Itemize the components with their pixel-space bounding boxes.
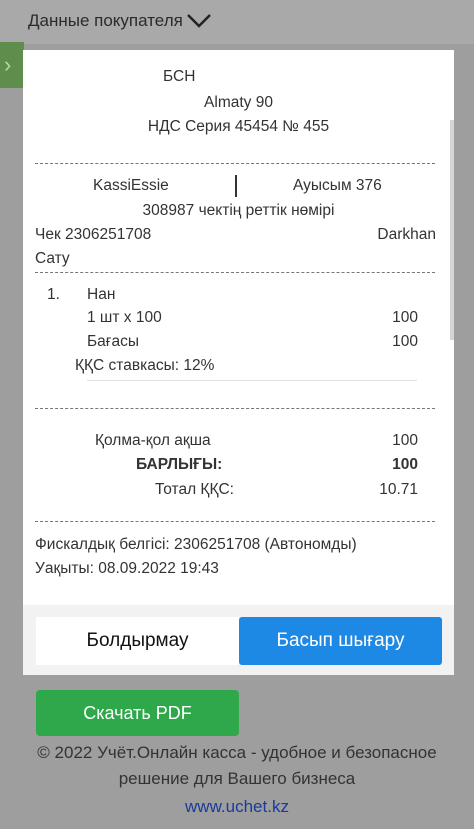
side-tab[interactable]: ›: [0, 42, 24, 88]
item-vat-rate: ҚҚС ставкасы: 12%: [75, 357, 215, 374]
buyer-data-label: Данные покупателя: [28, 11, 183, 30]
divider: [35, 163, 435, 164]
item-qty-total: 100: [392, 309, 418, 326]
item-price-value: 100: [392, 333, 418, 350]
chevron-down-icon[interactable]: [186, 10, 212, 30]
chevron-right-icon: ›: [4, 52, 12, 77]
receipt-org: БСН: [163, 68, 196, 85]
vat-total-value: 10.71: [379, 481, 418, 498]
separator-bar: [235, 175, 237, 197]
receipt-vat-series: НДС Серия 45454 № 455: [147, 118, 330, 135]
divider: [35, 408, 435, 409]
shift-number: Ауысым 376: [293, 177, 382, 194]
total-value: 100: [392, 456, 418, 473]
download-pdf-button[interactable]: Скачать PDF: [36, 690, 239, 736]
divider: [35, 521, 435, 522]
footer: © 2022 Учёт.Онлайн касса - удобное и без…: [0, 740, 474, 822]
receipt-modal: БСН Almaty 90 НДС Серия 45454 № 455 Kass…: [23, 50, 454, 605]
receipt-address: Almaty 90: [204, 94, 273, 111]
footer-text: решение для Вашего бизнеса: [118, 769, 356, 788]
buyer-data-header[interactable]: Данные покупателя: [0, 0, 474, 44]
item-qty-price: 1 шт x 100: [87, 309, 162, 326]
cancel-button[interactable]: Болдырмау: [36, 617, 239, 665]
cash-value: 100: [392, 432, 418, 449]
store-name: Darkhan: [377, 226, 436, 243]
item-price-label: Бағасы: [87, 333, 139, 350]
receipt-sequence: 308987 чектің реттік нөмірі: [142, 202, 335, 219]
cash-label: Қолма-қол ақша: [95, 432, 211, 449]
receipt-time: Уақыты: 08.09.2022 19:43: [35, 560, 219, 577]
vat-total-label: Тотал ҚҚС:: [155, 481, 234, 498]
modal-action-bar: Болдырмау Басып шығару: [23, 605, 454, 675]
divider: [35, 272, 435, 273]
fiscal-sign: Фискалдық белгісі: 2306251708 (Автономды…: [35, 536, 357, 553]
cashier-name: KassiEssie: [93, 177, 169, 194]
total-label: БАРЛЫҒЫ:: [136, 456, 223, 473]
print-button[interactable]: Басып шығару: [239, 617, 442, 665]
item-index: 1.: [47, 286, 60, 303]
check-number: Чек 2306251708: [35, 226, 152, 243]
operation-type: Сату: [35, 250, 70, 267]
item-divider: [87, 380, 417, 381]
item-name: Нан: [87, 286, 116, 303]
footer-link[interactable]: www.uchet.kz: [0, 792, 474, 822]
footer-text: © 2022 Учёт.Онлайн касса - удобное и без…: [37, 743, 437, 762]
scrollbar[interactable]: [450, 120, 454, 340]
